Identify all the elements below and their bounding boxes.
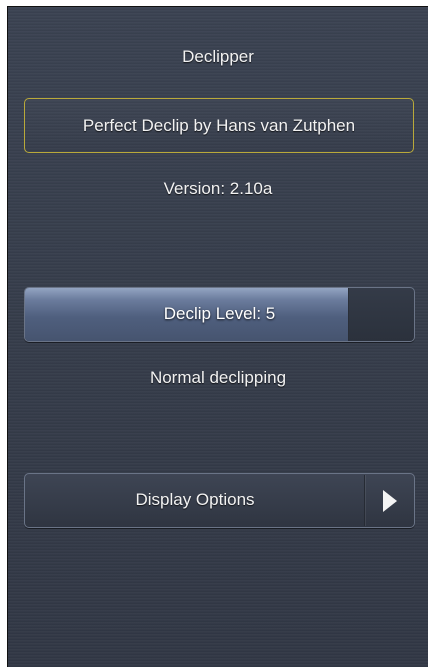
display-options-button[interactable]: Display Options xyxy=(24,473,415,528)
version-label: Version: 2.10a xyxy=(163,179,273,198)
page-title: Declipper xyxy=(182,47,254,66)
declip-level-label: Declip Level: 5 xyxy=(163,304,276,323)
product-name-box: Perfect Declip by Hans van Zutphen xyxy=(24,98,414,153)
display-options-label: Display Options xyxy=(135,490,255,509)
declip-mode-label: Normal declipping xyxy=(149,368,287,387)
product-name-label: Perfect Declip by Hans van Zutphen xyxy=(82,116,356,135)
declipper-panel: Declipper Perfect Declip by Hans van Zut… xyxy=(7,6,428,667)
play-arrow-icon xyxy=(383,490,397,512)
button-divider xyxy=(364,475,365,526)
declip-level-slider[interactable]: Declip Level: 5 xyxy=(24,287,415,342)
